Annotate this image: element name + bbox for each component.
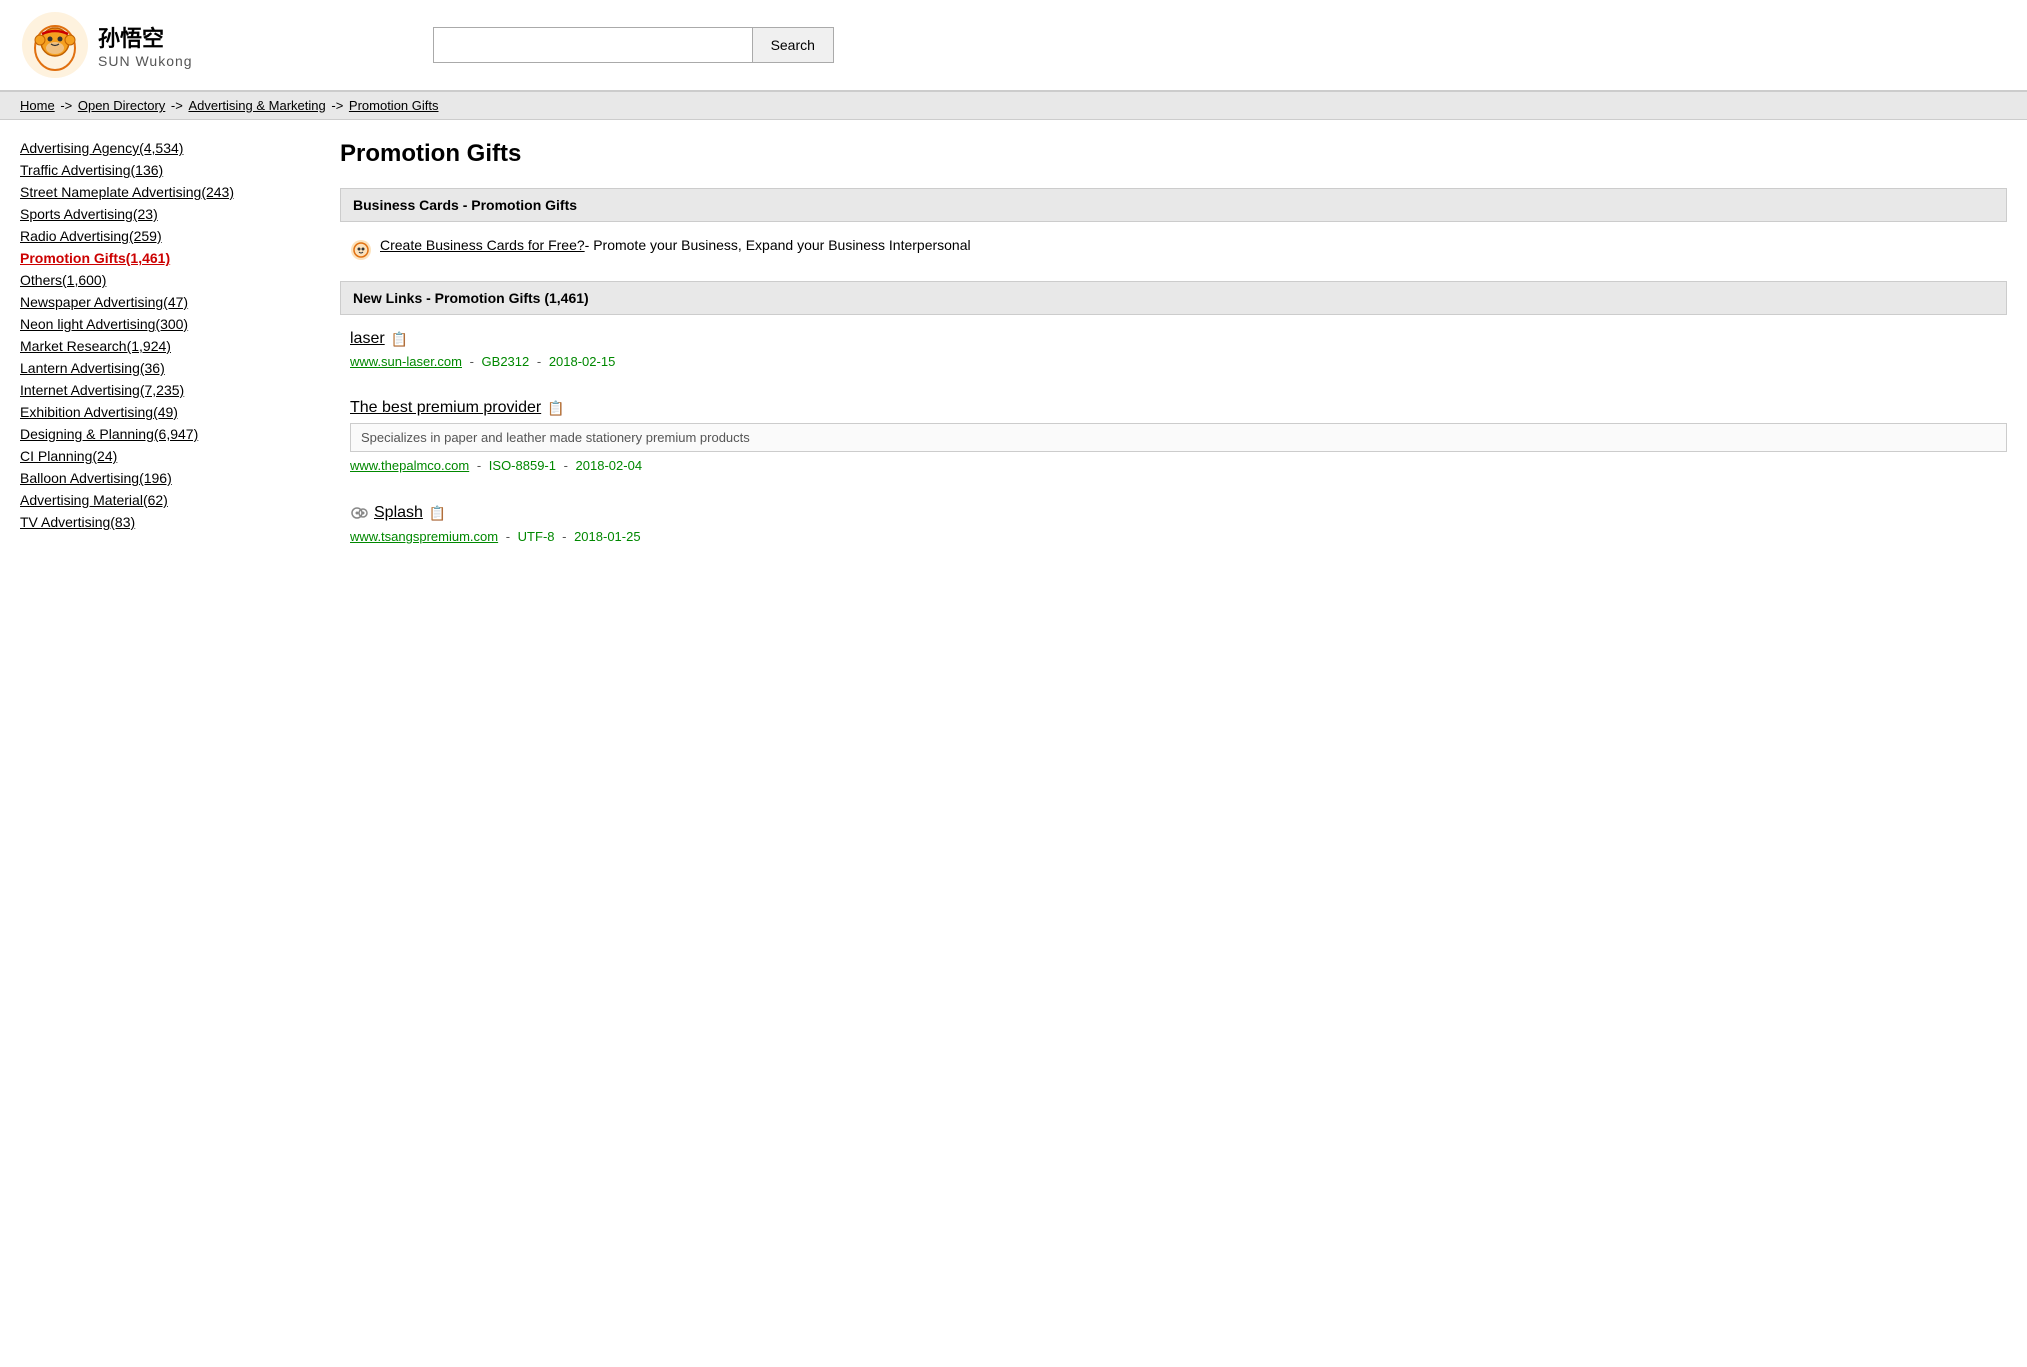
header: 孙悟空 SUN Wukong Search — [0, 0, 2027, 92]
sidebar-item: Neon light Advertising(300) — [20, 316, 300, 332]
link-title-row: Splash 📋 — [350, 503, 2007, 523]
sidebar-item: Radio Advertising(259) — [20, 228, 300, 244]
breadcrumb-sep2: -> — [171, 98, 187, 113]
logo-area: 孙悟空 SUN Wukong — [20, 10, 193, 80]
sidebar-link-16[interactable]: Advertising Material(62) — [20, 492, 168, 508]
link-title-row: laser 📋 — [350, 330, 2007, 348]
sidebar-list: Advertising Agency(4,534) Traffic Adverti… — [20, 140, 300, 530]
sidebar-link-10[interactable]: Lantern Advertising(36) — [20, 360, 165, 376]
sidebar-item: Traffic Advertising(136) — [20, 162, 300, 178]
sidebar-item: Advertising Agency(4,534) — [20, 140, 300, 156]
sep2: - — [560, 458, 572, 473]
link-meta: www.sun-laser.com - GB2312 - 2018-02-15 — [350, 354, 2007, 369]
sidebar-link-2[interactable]: Street Nameplate Advertising(243) — [20, 184, 234, 200]
link-url[interactable]: www.tsangspremium.com — [350, 529, 498, 544]
splash-icon — [350, 503, 370, 523]
note-icon: 📋 — [391, 331, 408, 348]
sidebar-link-8[interactable]: Neon light Advertising(300) — [20, 316, 188, 332]
sidebar: Advertising Agency(4,534) Traffic Adverti… — [20, 140, 320, 574]
biz-card-text: Create Business Cards for Free?- Promote… — [380, 237, 971, 253]
link-date: 2018-02-15 — [549, 354, 616, 369]
sidebar-item: Exhibition Advertising(49) — [20, 404, 300, 420]
link-title-0[interactable]: laser — [350, 330, 385, 348]
biz-card-desc: - Promote your Business, Expand your Bus… — [585, 237, 971, 253]
sidebar-item: Market Research(1,924) — [20, 338, 300, 354]
new-links-section-header: New Links - Promotion Gifts (1,461) — [340, 281, 2007, 315]
biz-card-link[interactable]: Create Business Cards for Free? — [380, 237, 585, 253]
link-title-2[interactable]: Splash — [374, 504, 423, 522]
link-encoding: UTF-8 — [518, 529, 555, 544]
page-title: Promotion Gifts — [340, 140, 2007, 168]
sidebar-item: Newspaper Advertising(47) — [20, 294, 300, 310]
link-meta: www.thepalmco.com - ISO-8859-1 - 2018-02… — [350, 458, 2007, 473]
sidebar-item: Sports Advertising(23) — [20, 206, 300, 222]
main-layout: Advertising Agency(4,534) Traffic Adverti… — [0, 120, 2027, 594]
sidebar-item: TV Advertising(83) — [20, 514, 300, 530]
sidebar-link-6[interactable]: Others(1,600) — [20, 272, 106, 288]
search-input[interactable] — [433, 27, 753, 63]
logo-text: 孙悟空 SUN Wukong — [98, 21, 193, 69]
sidebar-item: Advertising Material(62) — [20, 492, 300, 508]
search-area: Search — [433, 27, 834, 63]
link-meta: www.tsangspremium.com - UTF-8 - 2018-01-… — [350, 529, 2007, 544]
link-date: 2018-01-25 — [574, 529, 641, 544]
link-entry: laser 📋 www.sun-laser.com - GB2312 - 2018-… — [340, 330, 2007, 369]
search-button[interactable]: Search — [753, 27, 834, 63]
logo-chinese: 孙悟空 — [98, 21, 193, 53]
note-icon: 📋 — [547, 400, 564, 417]
sidebar-item: Others(1,600) — [20, 272, 300, 288]
sidebar-link-15[interactable]: Balloon Advertising(196) — [20, 470, 172, 486]
sidebar-item: Lantern Advertising(36) — [20, 360, 300, 376]
link-entry: The best premium provider 📋 Specializes in… — [340, 399, 2007, 473]
link-encoding: GB2312 — [482, 354, 530, 369]
link-title-row: The best premium provider 📋 — [350, 399, 2007, 417]
breadcrumb-advertising[interactable]: Advertising & Marketing — [188, 98, 325, 113]
biz-card-logo-icon — [350, 239, 372, 261]
breadcrumb-sep1: -> — [60, 98, 76, 113]
link-date: 2018-02-04 — [576, 458, 643, 473]
link-entry: Splash 📋 www.tsangspremium.com - UTF-8 - 2… — [340, 503, 2007, 544]
nav-bar: Home -> Open Directory -> Advertising & … — [0, 92, 2027, 120]
sidebar-link-9[interactable]: Market Research(1,924) — [20, 338, 171, 354]
sidebar-item: Promotion Gifts(1,461) — [20, 250, 300, 266]
breadcrumb-home[interactable]: Home — [20, 98, 55, 113]
sidebar-item: Balloon Advertising(196) — [20, 470, 300, 486]
sidebar-item: Internet Advertising(7,235) — [20, 382, 300, 398]
breadcrumb-open-directory[interactable]: Open Directory — [78, 98, 165, 113]
sidebar-link-12[interactable]: Exhibition Advertising(49) — [20, 404, 178, 420]
sidebar-item: Street Nameplate Advertising(243) — [20, 184, 300, 200]
sidebar-link-3[interactable]: Sports Advertising(23) — [20, 206, 158, 222]
content: Promotion Gifts Business Cards - Promoti… — [320, 140, 2007, 574]
sidebar-link-1[interactable]: Traffic Advertising(136) — [20, 162, 163, 178]
sidebar-link-5[interactable]: Promotion Gifts(1,461) — [20, 250, 170, 266]
sep2: - — [533, 354, 545, 369]
breadcrumb-sep3: -> — [331, 98, 347, 113]
link-url[interactable]: www.thepalmco.com — [350, 458, 469, 473]
logo-icon — [20, 10, 90, 80]
sep1: - — [466, 354, 478, 369]
sidebar-link-7[interactable]: Newspaper Advertising(47) — [20, 294, 188, 310]
sidebar-link-0[interactable]: Advertising Agency(4,534) — [20, 140, 183, 156]
link-encoding: ISO-8859-1 — [489, 458, 556, 473]
link-title-1[interactable]: The best premium provider — [350, 399, 541, 417]
sep1: - — [502, 529, 514, 544]
sidebar-item: CI Planning(24) — [20, 448, 300, 464]
sidebar-link-14[interactable]: CI Planning(24) — [20, 448, 117, 464]
links-container: laser 📋 www.sun-laser.com - GB2312 - 2018-… — [340, 330, 2007, 544]
biz-card-entry: Create Business Cards for Free?- Promote… — [340, 237, 2007, 261]
sidebar-item: Designing & Planning(6,947) — [20, 426, 300, 442]
logo-english: SUN Wukong — [98, 53, 193, 69]
link-url[interactable]: www.sun-laser.com — [350, 354, 462, 369]
biz-section-header: Business Cards - Promotion Gifts — [340, 188, 2007, 222]
note-icon: 📋 — [429, 505, 446, 522]
sidebar-link-4[interactable]: Radio Advertising(259) — [20, 228, 162, 244]
sep1: - — [473, 458, 485, 473]
breadcrumb-promotion-gifts[interactable]: Promotion Gifts — [349, 98, 439, 113]
sidebar-link-17[interactable]: TV Advertising(83) — [20, 514, 135, 530]
link-description: Specializes in paper and leather made st… — [350, 423, 2007, 452]
sidebar-link-13[interactable]: Designing & Planning(6,947) — [20, 426, 198, 442]
breadcrumb: Home -> Open Directory -> Advertising & … — [20, 98, 2007, 113]
sep2: - — [559, 529, 571, 544]
sidebar-link-11[interactable]: Internet Advertising(7,235) — [20, 382, 184, 398]
